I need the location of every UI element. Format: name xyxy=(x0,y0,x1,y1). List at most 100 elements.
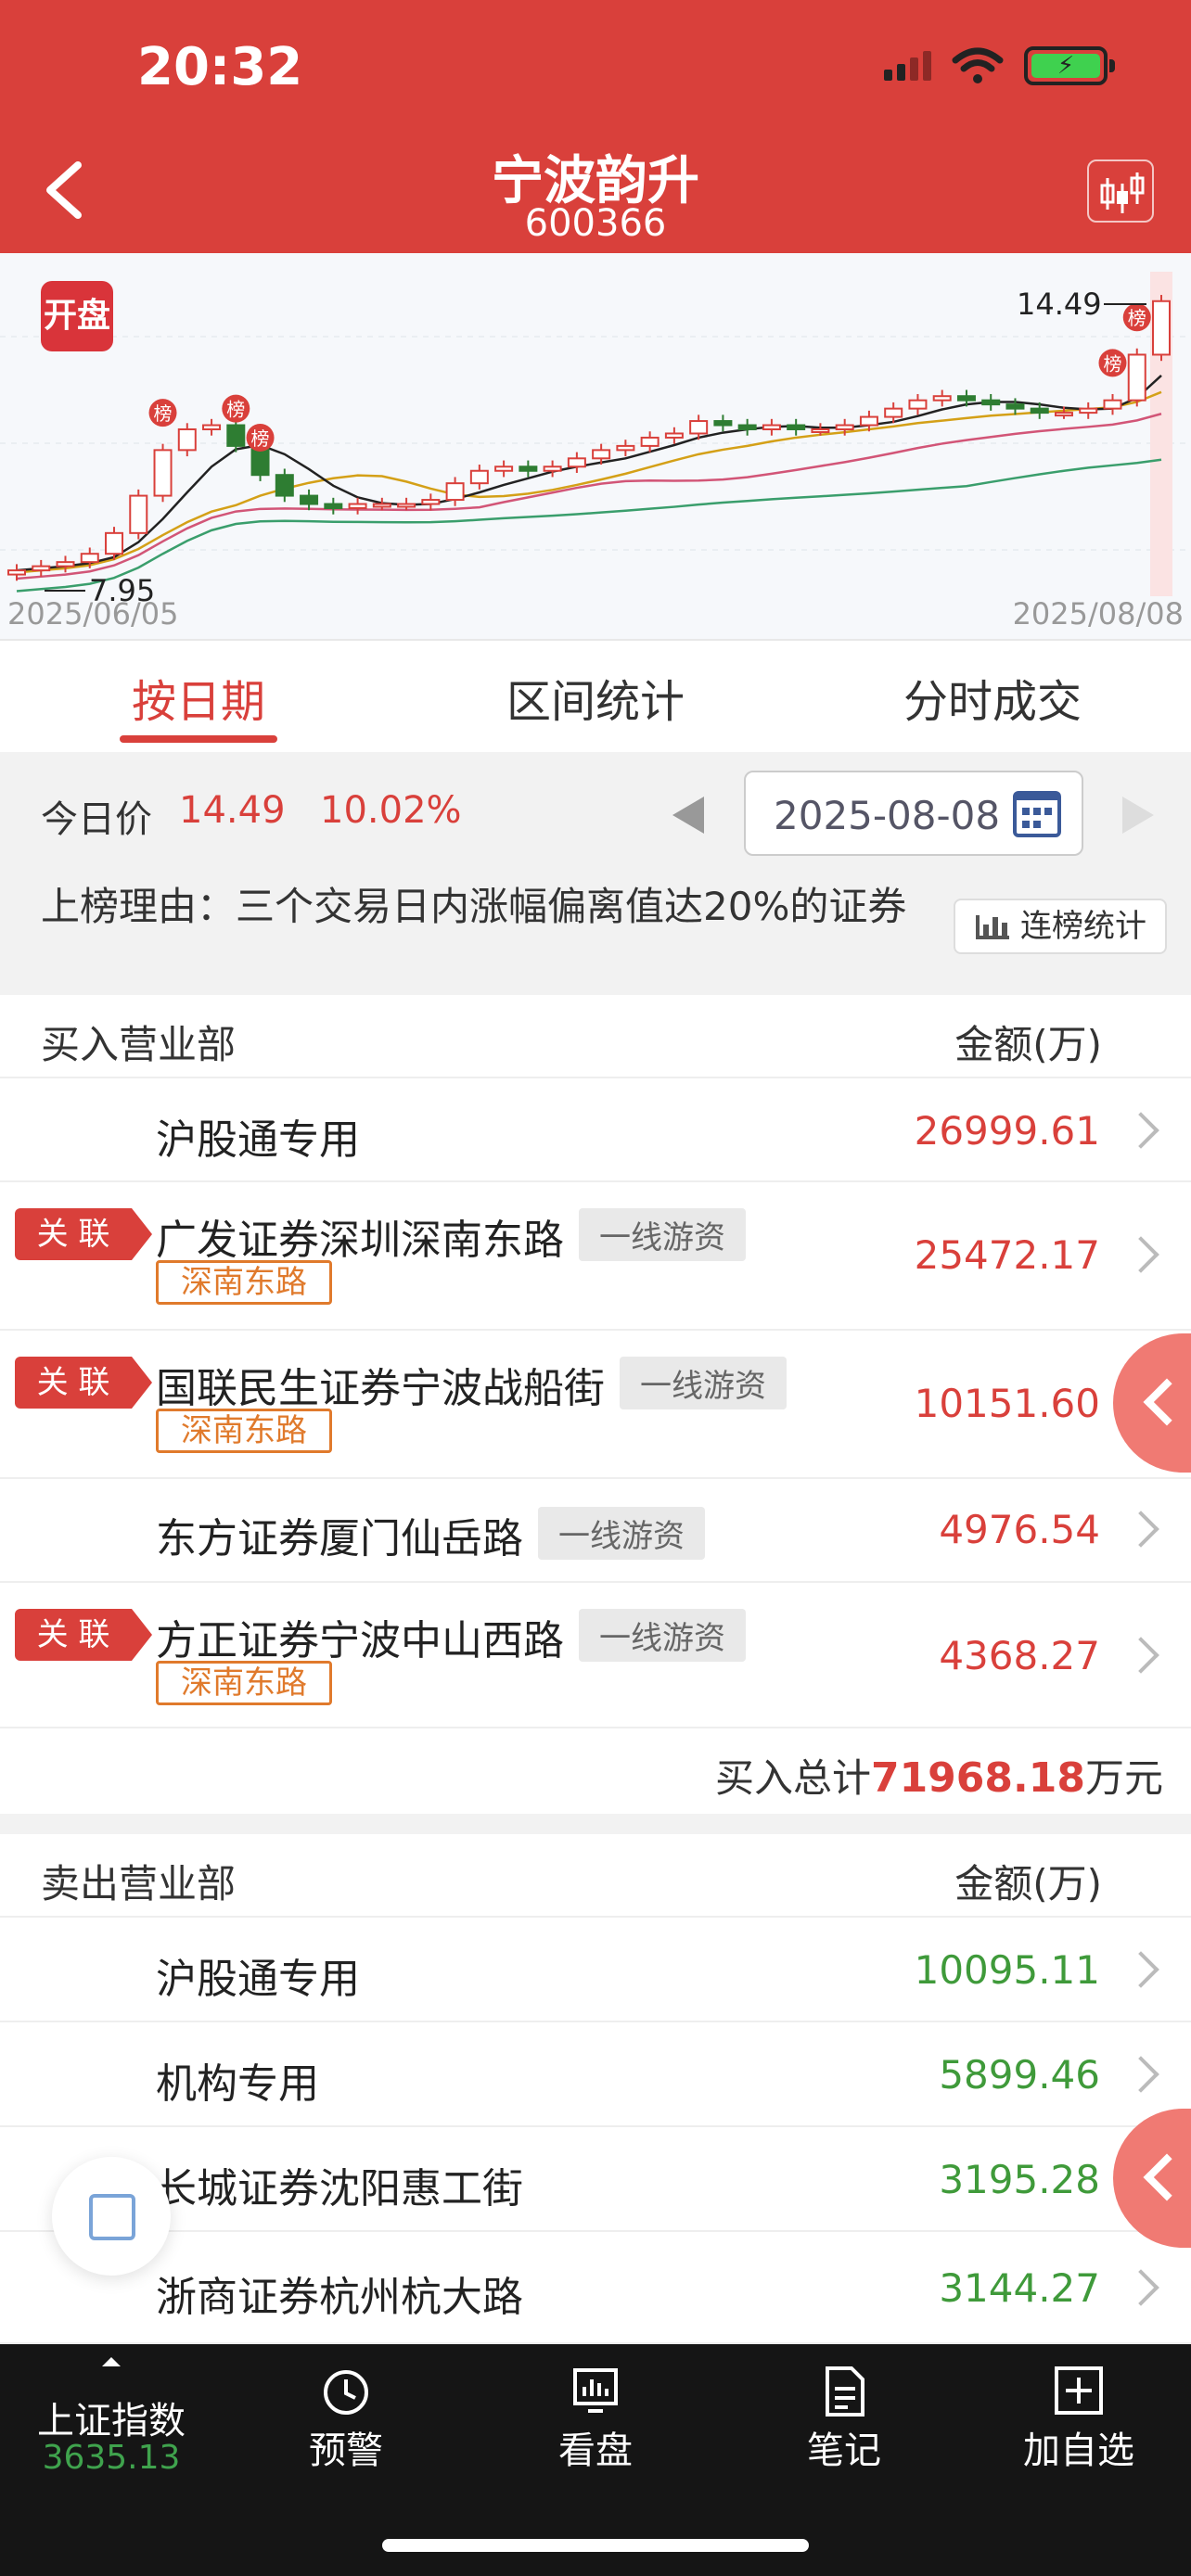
today-price-label: 今日价 xyxy=(41,798,152,841)
chevron-left-icon xyxy=(1143,2153,1191,2201)
candle-body xyxy=(543,465,562,472)
candle-body xyxy=(1005,403,1025,410)
candle-body xyxy=(1152,300,1171,356)
candle-body xyxy=(80,553,99,564)
candle-body xyxy=(1054,412,1073,417)
buy-row[interactable]: 关 联 方正证券宁波中山西路 一线游资 深南东路 4368.27 xyxy=(0,1583,1191,1728)
tab-by-date[interactable]: 按日期 xyxy=(0,641,397,752)
tab-range-stats[interactable]: 区间统计 xyxy=(397,641,794,752)
tab-alert-label: 预警 xyxy=(309,2429,383,2472)
broker-name: 国联民生证券宁波战船街 xyxy=(156,1365,605,1412)
prev-date-button[interactable] xyxy=(672,797,704,834)
rank-marker-label: 榜 xyxy=(1103,352,1121,375)
stock-code: 600366 xyxy=(524,202,667,245)
rank-marker-label: 榜 xyxy=(154,402,173,425)
candle-body xyxy=(519,465,538,472)
branch-sub-tag[interactable]: 深南东路 xyxy=(156,1409,332,1453)
hot-money-tag: 一线游资 xyxy=(579,1208,746,1261)
candle-body xyxy=(324,503,343,509)
sell-amount: 3195.28 xyxy=(939,2157,1100,2202)
buy-total-value: 71968.18 xyxy=(870,1754,1085,1802)
open-badge: 开盘 xyxy=(41,281,113,351)
monitor-icon xyxy=(573,2368,618,2413)
chevron-left-icon xyxy=(1143,1378,1191,1426)
sell-row[interactable]: 沪股通专用 10095.11 xyxy=(0,1918,1191,2022)
candle-body xyxy=(908,399,928,410)
rank-marker-label: 榜 xyxy=(251,427,270,450)
buy-amount: 26999.61 xyxy=(914,1108,1100,1154)
next-date-button[interactable] xyxy=(1122,797,1154,834)
bar-chart-icon xyxy=(976,915,1009,939)
broker-name: 沪股通专用 xyxy=(156,1116,360,1164)
candle-body xyxy=(372,503,391,508)
candle-body xyxy=(421,499,441,505)
buy-header: 买入营业部 金额(万) xyxy=(0,995,1191,1078)
date-picker-value: 2025-08-08 xyxy=(774,793,1001,838)
calendar-icon xyxy=(1013,791,1061,837)
candle-body xyxy=(469,469,489,485)
buy-row[interactable]: 关 联 国联民生证券宁波战船街 一线游资 深南东路 10151.60 xyxy=(0,1331,1191,1479)
buy-header-right: 金额(万) xyxy=(954,1022,1102,1067)
app-header: 20:32 ⚡ 宁波韵升 600366 xyxy=(0,0,1191,253)
related-badge[interactable]: 关 联 xyxy=(15,1357,152,1409)
section-divider xyxy=(0,1814,1191,1834)
candle-body xyxy=(56,561,75,567)
candle-body xyxy=(494,465,514,472)
broker-name: 沪股通专用 xyxy=(156,1956,360,2003)
home-indicator xyxy=(382,2539,809,2552)
listing-reason: 上榜理由：三个交易日内涨幅偏离值达20%的证券 连榜统计 xyxy=(0,871,1191,995)
kline-button[interactable] xyxy=(1087,159,1154,223)
buy-row[interactable]: 沪股通专用 26999.61 xyxy=(0,1078,1191,1182)
kline-chart[interactable]: 榜榜榜榜榜 开盘 2025/06/05 2025/08/08 7.95 14.4… xyxy=(0,253,1191,641)
tab-add-watchlist-label: 加自选 xyxy=(1023,2429,1134,2472)
candle-body xyxy=(737,424,757,431)
date-picker[interactable]: 2025-08-08 xyxy=(744,771,1083,856)
candle-body xyxy=(397,503,416,508)
sell-row[interactable]: 浙商证券杭州杭大路 3144.27 xyxy=(0,2232,1191,2344)
tab-watch-label: 看盘 xyxy=(558,2429,633,2472)
broker-name: 机构专用 xyxy=(156,2060,319,2108)
branch-sub-tag[interactable]: 深南东路 xyxy=(156,1661,332,1705)
buy-row[interactable]: 东方证券厦门仙岳路 一线游资 4976.54 xyxy=(0,1479,1191,1583)
tab-notes-label: 笔记 xyxy=(807,2429,881,2472)
tab-index-label: 上证指数 xyxy=(37,2400,186,2442)
candle-body xyxy=(811,428,830,433)
chevron-right-icon xyxy=(1122,2056,1159,2093)
chevron-right-icon xyxy=(1122,1951,1159,1988)
buy-row[interactable]: 关 联 广发证券深圳深南东路 一线游资 深南东路 25472.17 xyxy=(0,1182,1191,1331)
broker-name: 浙商证券杭州杭大路 xyxy=(156,2274,523,2321)
share-button[interactable] xyxy=(52,2157,171,2276)
alarm-clock-icon xyxy=(324,2370,368,2415)
branch-sub-tag[interactable]: 深南东路 xyxy=(156,1260,332,1305)
candle-body xyxy=(129,494,148,534)
today-change-pct: 10.02% xyxy=(320,789,462,832)
listing-reason-text: 上榜理由：三个交易日内涨幅偏离值达20%的证券 xyxy=(41,884,907,929)
tab-intraday-trades[interactable]: 分时成交 xyxy=(794,641,1191,752)
consecutive-stats-button[interactable]: 连榜统计 xyxy=(954,899,1167,954)
hot-money-tag: 一线游资 xyxy=(579,1609,746,1662)
related-badge[interactable]: 关 联 xyxy=(15,1208,152,1260)
candle-body xyxy=(884,407,903,418)
related-badge[interactable]: 关 联 xyxy=(15,1609,152,1661)
candle-body xyxy=(787,424,806,431)
candle-body xyxy=(202,424,222,431)
kline-chart-svg: 榜榜榜榜榜 xyxy=(0,272,1191,596)
candle-body xyxy=(348,503,367,509)
buy-amount: 10151.60 xyxy=(914,1381,1100,1426)
candle-body xyxy=(300,494,319,505)
sell-amount: 5899.46 xyxy=(939,2052,1100,2098)
candle-body xyxy=(981,399,1001,406)
sell-row[interactable]: 长城证券沈阳惠工街 3195.28 xyxy=(0,2127,1191,2232)
sell-row[interactable]: 机构专用 5899.46 xyxy=(0,2022,1191,2127)
candle-body xyxy=(153,449,173,497)
wifi-icon xyxy=(952,47,1004,83)
candle-body xyxy=(616,444,635,452)
candle-body xyxy=(762,424,781,431)
candle-body xyxy=(640,436,660,447)
battery-icon: ⚡ xyxy=(1024,46,1115,85)
candle-body xyxy=(1103,399,1122,410)
hot-money-tag: 一线游资 xyxy=(538,1507,705,1560)
chart-end-date: 2025/08/08 xyxy=(1012,596,1184,631)
candle-body xyxy=(226,424,246,447)
candle-body xyxy=(713,420,733,427)
